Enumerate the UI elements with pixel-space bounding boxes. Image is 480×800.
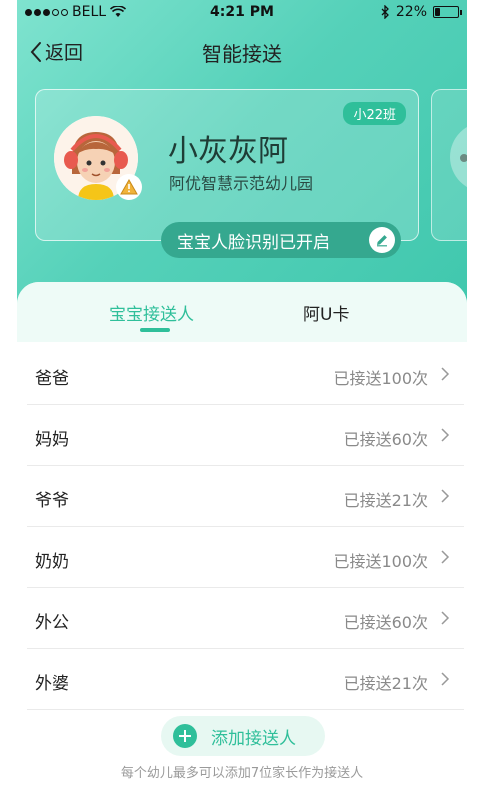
list-item[interactable]: 奶奶 已接送100次 [27, 527, 464, 588]
content-sheet: 宝宝接送人 阿U卡 爸爸 已接送100次 妈妈 已接送60次 爷爷 已接送21次… [17, 282, 467, 800]
app-screen: BELL 4:21 PM 22% 返回 智能接送 小22班 小灰灰阿 阿优智慧示… [17, 0, 467, 800]
pickup-people-list: 爸爸 已接送100次 妈妈 已接送60次 爷爷 已接送21次 奶奶 已接送100… [27, 344, 464, 710]
plus-icon [173, 724, 197, 748]
class-badge: 小22班 [343, 102, 406, 125]
status-right: 22% [380, 4, 462, 20]
list-item[interactable]: 爷爷 已接送21次 [27, 466, 464, 527]
tab-au-card[interactable]: 阿U卡 [303, 300, 349, 325]
person-name: 爸爸 [35, 369, 69, 389]
tab-pickup-people[interactable]: 宝宝接送人 [109, 300, 194, 325]
list-item[interactable]: 爸爸 已接送100次 [27, 344, 464, 405]
pickup-count: 已接送100次 [333, 369, 428, 388]
limit-hint: 每个幼儿最多可以添加7位家长作为接送人 [120, 766, 364, 781]
person-name: 奶奶 [35, 552, 69, 572]
face-status-label: 宝宝人脸识别已开启 [177, 232, 330, 253]
battery-icon [433, 6, 462, 18]
next-card-peek[interactable] [431, 89, 467, 241]
tab-bar: 宝宝接送人 阿U卡 [17, 282, 467, 342]
next-card-dot [460, 154, 467, 162]
chevron-right-icon [441, 672, 450, 686]
chevron-right-icon [441, 428, 450, 442]
face-recognition-toggle[interactable]: 宝宝人脸识别已开启 [161, 222, 401, 258]
person-name: 外婆 [35, 674, 69, 694]
person-name: 妈妈 [35, 430, 69, 450]
pickup-count: 已接送60次 [343, 613, 428, 632]
active-tab-indicator [140, 328, 170, 332]
list-item[interactable]: 外公 已接送60次 [27, 588, 464, 649]
chevron-right-icon [441, 489, 450, 503]
add-pickup-person-button[interactable]: 添加接送人 [161, 716, 325, 756]
battery-fill [435, 8, 440, 16]
child-name: 小灰灰阿 [168, 134, 288, 169]
person-name: 爷爷 [35, 491, 69, 511]
list-item[interactable]: 妈妈 已接送60次 [27, 405, 464, 466]
pickup-count: 已接送100次 [333, 552, 428, 571]
pickup-count: 已接送21次 [343, 674, 428, 693]
nav-bar: 返回 智能接送 [17, 30, 467, 74]
child-card[interactable]: 小22班 小灰灰阿 阿优智慧示范幼儿园 [35, 89, 419, 241]
pencil-icon [377, 235, 387, 247]
pickup-count: 已接送21次 [343, 491, 428, 510]
add-button-label: 添加接送人 [211, 728, 296, 749]
chevron-right-icon [441, 550, 450, 564]
edit-button[interactable] [369, 227, 395, 253]
list-item[interactable]: 外婆 已接送21次 [27, 649, 464, 710]
chevron-right-icon [441, 367, 450, 381]
page-title: 智能接送 [202, 42, 282, 66]
person-name: 外公 [35, 613, 69, 633]
school-name: 阿优智慧示范幼儿园 [169, 174, 314, 193]
pickup-count: 已接送60次 [343, 430, 428, 449]
bluetooth-icon [381, 5, 389, 19]
status-bar: BELL 4:21 PM 22% [17, 0, 467, 26]
chevron-right-icon [441, 611, 450, 625]
warning-badge [116, 174, 142, 200]
hero-background: BELL 4:21 PM 22% 返回 智能接送 小22班 小灰灰阿 阿优智慧示… [17, 0, 467, 330]
warning-icon [120, 179, 138, 195]
battery-percent: 22% [395, 4, 427, 20]
